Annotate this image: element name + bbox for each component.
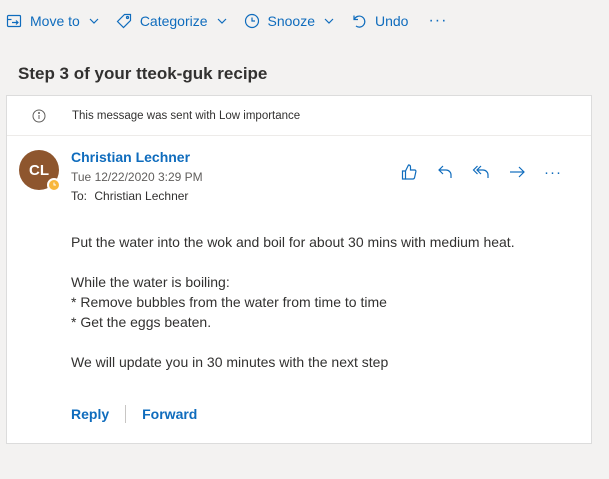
command-bar: Move to Categorize Snooze Undo ··· [0, 0, 609, 42]
message-header: CL Christian Lechner Tue 12/22/2020 3:29… [7, 136, 591, 216]
like-icon[interactable] [391, 160, 427, 184]
reply-button[interactable]: Reply [71, 406, 109, 422]
body-line: Put the water into the wok and boil for … [71, 234, 515, 250]
message-body: Put the water into the wok and boil for … [71, 232, 515, 372]
reply-all-icon[interactable] [463, 160, 499, 184]
message-footer: Reply Forward [71, 405, 197, 423]
recipients-line: To: Christian Lechner [71, 189, 188, 203]
undo-label: Undo [375, 13, 409, 29]
forward-button[interactable]: Forward [142, 406, 197, 422]
more-actions-icon[interactable]: ··· [535, 160, 571, 184]
chevron-down-icon [323, 15, 335, 27]
chevron-down-icon [88, 15, 100, 27]
recipient-name[interactable]: Christian Lechner [94, 189, 188, 203]
move-to-button[interactable]: Move to [6, 6, 100, 36]
away-clock-icon [47, 178, 61, 192]
avatar-initials: CL [29, 161, 49, 179]
message-card: This message was sent with Low importanc… [6, 95, 592, 444]
body-line: * Get the eggs beaten. [71, 314, 212, 330]
undo-icon [351, 13, 367, 29]
categorize-button[interactable]: Categorize [116, 6, 228, 36]
message-subject: Step 3 of your tteok-guk recipe [18, 64, 268, 83]
tag-icon [116, 13, 132, 29]
snooze-label: Snooze [267, 13, 315, 29]
reply-icon[interactable] [427, 160, 463, 184]
undo-button[interactable]: Undo [351, 6, 408, 36]
body-line: While the water is boiling: [71, 274, 230, 290]
move-to-icon [6, 13, 22, 29]
sent-date: Tue 12/22/2020 3:29 PM [71, 170, 203, 184]
importance-info-bar: This message was sent with Low importanc… [7, 96, 591, 136]
categorize-label: Categorize [139, 13, 208, 29]
move-to-label: Move to [30, 13, 80, 29]
body-line: We will update you in 30 minutes with th… [71, 354, 389, 370]
info-icon [32, 109, 46, 123]
more-options-icon[interactable]: ··· [428, 12, 447, 30]
importance-notice: This message was sent with Low importanc… [72, 109, 301, 122]
clock-icon [244, 13, 260, 29]
sender-name[interactable]: Christian Lechner [71, 149, 190, 165]
chevron-down-icon [216, 15, 228, 27]
snooze-button[interactable]: Snooze [244, 6, 335, 36]
to-label: To: [71, 189, 88, 203]
body-line: * Remove bubbles from the water from tim… [71, 294, 387, 310]
divider [125, 405, 127, 423]
message-actions: ··· [391, 160, 571, 184]
forward-icon[interactable] [499, 160, 535, 184]
